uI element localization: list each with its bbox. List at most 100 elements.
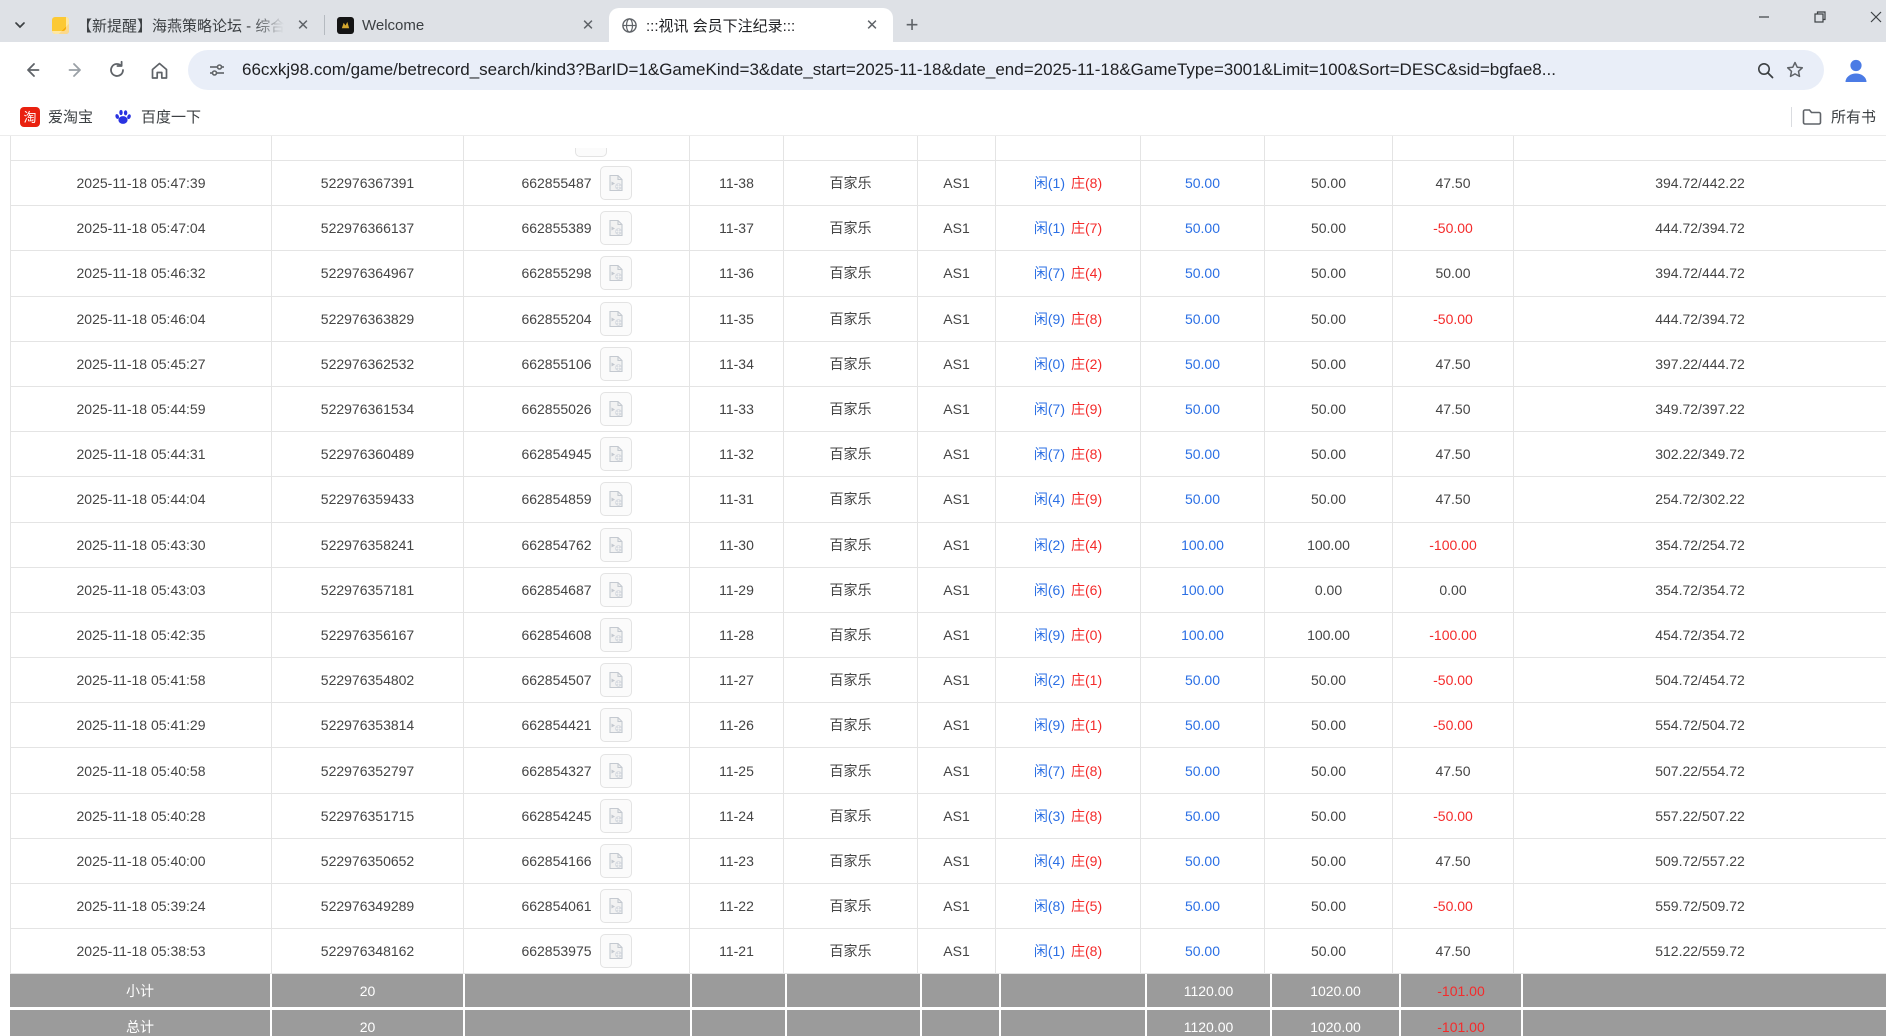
- bet-id: 522976354802: [272, 658, 464, 703]
- bet-amount[interactable]: 50.00: [1141, 477, 1265, 522]
- win-loss: 47.50: [1393, 432, 1514, 477]
- tab-welcome[interactable]: Welcome ✕: [325, 8, 609, 42]
- bet-amount[interactable]: 50.00: [1141, 296, 1265, 341]
- video-replay-button[interactable]: [599, 934, 632, 969]
- round-number: 11-38: [690, 161, 784, 206]
- profile-avatar[interactable]: [1838, 52, 1874, 88]
- close-window-button[interactable]: [1848, 0, 1886, 34]
- bet-amount[interactable]: 50.00: [1141, 703, 1265, 748]
- video-file-icon: [608, 762, 623, 779]
- result-player: 闲(7): [1033, 265, 1065, 282]
- bet-amount[interactable]: 50.00: [1141, 748, 1265, 793]
- result-player: 闲(7): [1033, 762, 1065, 779]
- video-replay-button[interactable]: [599, 753, 632, 788]
- video-replay-button[interactable]: [599, 211, 632, 246]
- video-replay-button[interactable]: [599, 708, 632, 743]
- table-code: AS1: [918, 612, 996, 658]
- result-player: 闲(3): [1033, 807, 1065, 824]
- bet-id: 522976367391: [272, 161, 464, 206]
- bet-time: 2025-11-18 05:40:28: [11, 793, 272, 838]
- result-banker: 庄(9): [1071, 491, 1103, 508]
- bet-id: 522976351715: [272, 793, 464, 838]
- tab-search-chevron-icon[interactable]: [0, 8, 40, 42]
- video-replay-button[interactable]: [599, 843, 632, 878]
- result-player: 闲(9): [1033, 717, 1065, 734]
- total-count: 20: [272, 1010, 463, 1036]
- bet-amount[interactable]: 50.00: [1141, 929, 1265, 974]
- video-replay-button[interactable]: [599, 346, 632, 381]
- game-name: 百家乐: [784, 703, 918, 748]
- total-valid: 1020.00: [1272, 1010, 1399, 1036]
- bet-amount[interactable]: 100.00: [1141, 612, 1265, 658]
- bet-amount[interactable]: 50.00: [1141, 658, 1265, 703]
- reload-icon[interactable]: [96, 49, 138, 91]
- video-replay-button[interactable]: [599, 663, 632, 698]
- video-replay-button[interactable]: [599, 166, 632, 201]
- bookmark-baidu[interactable]: 百度一下: [103, 102, 211, 131]
- bet-amount[interactable]: 50.00: [1141, 251, 1265, 296]
- back-icon[interactable]: [12, 49, 54, 91]
- video-replay-button[interactable]: [599, 437, 632, 472]
- video-replay-button[interactable]: [599, 617, 632, 652]
- video-file-icon: [608, 265, 623, 282]
- zoom-magnifier-icon[interactable]: [1750, 55, 1780, 85]
- url-omnibox[interactable]: 66cxkj98.com/game/betrecord_search/kind3…: [188, 50, 1824, 90]
- video-file-icon: [608, 717, 623, 734]
- result-banker: 庄(8): [1071, 943, 1103, 960]
- video-replay-button[interactable]: [599, 482, 632, 517]
- video-replay-button[interactable]: [599, 301, 632, 336]
- close-icon[interactable]: ✕: [577, 14, 599, 36]
- result-banker: 庄(0): [1071, 626, 1103, 643]
- win-loss: 47.50: [1393, 386, 1514, 432]
- bet-amount[interactable]: 50.00: [1141, 386, 1265, 432]
- tab-forum[interactable]: 【新提醒】海燕策略论坛 - 综合 ✕: [40, 8, 324, 42]
- bet-amount[interactable]: 50.00: [1141, 432, 1265, 477]
- bet-time: 2025-11-18 05:44:59: [11, 386, 272, 432]
- valid-amount: 50.00: [1265, 206, 1393, 251]
- bet-amount[interactable]: 100.00: [1141, 567, 1265, 612]
- bet-amount[interactable]: 50.00: [1141, 161, 1265, 206]
- balance-before-after: 454.72/354.72: [1655, 626, 1745, 643]
- balance-before-after: 559.72/509.72: [1655, 898, 1745, 915]
- game-name: 百家乐: [784, 251, 918, 296]
- table-body: 2025-11-18 05:47:39 522976367391 6628554…: [10, 161, 1886, 975]
- video-replay-button[interactable]: [599, 527, 632, 562]
- all-bookmarks-folder[interactable]: 所有书: [1802, 106, 1876, 127]
- bet-amount[interactable]: 50.00: [1141, 341, 1265, 386]
- minimize-button[interactable]: [1736, 0, 1792, 34]
- bookmark-taobao[interactable]: 淘 爱淘宝: [10, 102, 103, 131]
- video-replay-button[interactable]: [599, 798, 632, 833]
- round-id: 662854507: [521, 672, 592, 689]
- url-text[interactable]: 66cxkj98.com/game/betrecord_search/kind3…: [242, 60, 1740, 80]
- video-replay-button[interactable]: [599, 392, 632, 427]
- forward-icon[interactable]: [54, 49, 96, 91]
- game-name: 百家乐: [784, 161, 918, 206]
- balance-before-after: 394.72/444.72: [1655, 265, 1745, 282]
- bookmark-star-icon[interactable]: [1780, 55, 1810, 85]
- restore-button[interactable]: [1792, 0, 1848, 34]
- table-code: AS1: [918, 432, 996, 477]
- bet-id: 522976361534: [272, 386, 464, 432]
- round-id: 662855106: [521, 355, 592, 372]
- tab-strip: 【新提醒】海燕策略论坛 - 综合 ✕ Welcome ✕ :::视讯 会员下注纪…: [0, 0, 1886, 42]
- bet-amount[interactable]: 50.00: [1141, 884, 1265, 929]
- result-player: 闲(7): [1033, 446, 1065, 463]
- result-banker: 庄(8): [1071, 446, 1103, 463]
- bet-amount[interactable]: 50.00: [1141, 793, 1265, 838]
- bet-amount[interactable]: 100.00: [1141, 522, 1265, 567]
- tab-betrecord-active[interactable]: :::视讯 会员下注纪录::: ✕: [609, 8, 893, 42]
- site-settings-tune-icon[interactable]: [202, 55, 232, 85]
- bet-amount[interactable]: 50.00: [1141, 838, 1265, 883]
- new-tab-button[interactable]: +: [893, 8, 931, 42]
- video-replay-button[interactable]: [599, 889, 632, 924]
- video-replay-button[interactable]: [599, 256, 632, 291]
- video-replay-button[interactable]: [599, 572, 632, 607]
- bet-amount[interactable]: 50.00: [1141, 206, 1265, 251]
- close-icon[interactable]: ✕: [861, 14, 883, 36]
- home-icon[interactable]: [138, 49, 180, 91]
- bet-time: 2025-11-18 05:41:58: [11, 658, 272, 703]
- bet-time: 2025-11-18 05:40:58: [11, 748, 272, 793]
- close-icon[interactable]: ✕: [292, 14, 314, 36]
- game-name: 百家乐: [784, 793, 918, 838]
- video-file-icon: [608, 175, 623, 192]
